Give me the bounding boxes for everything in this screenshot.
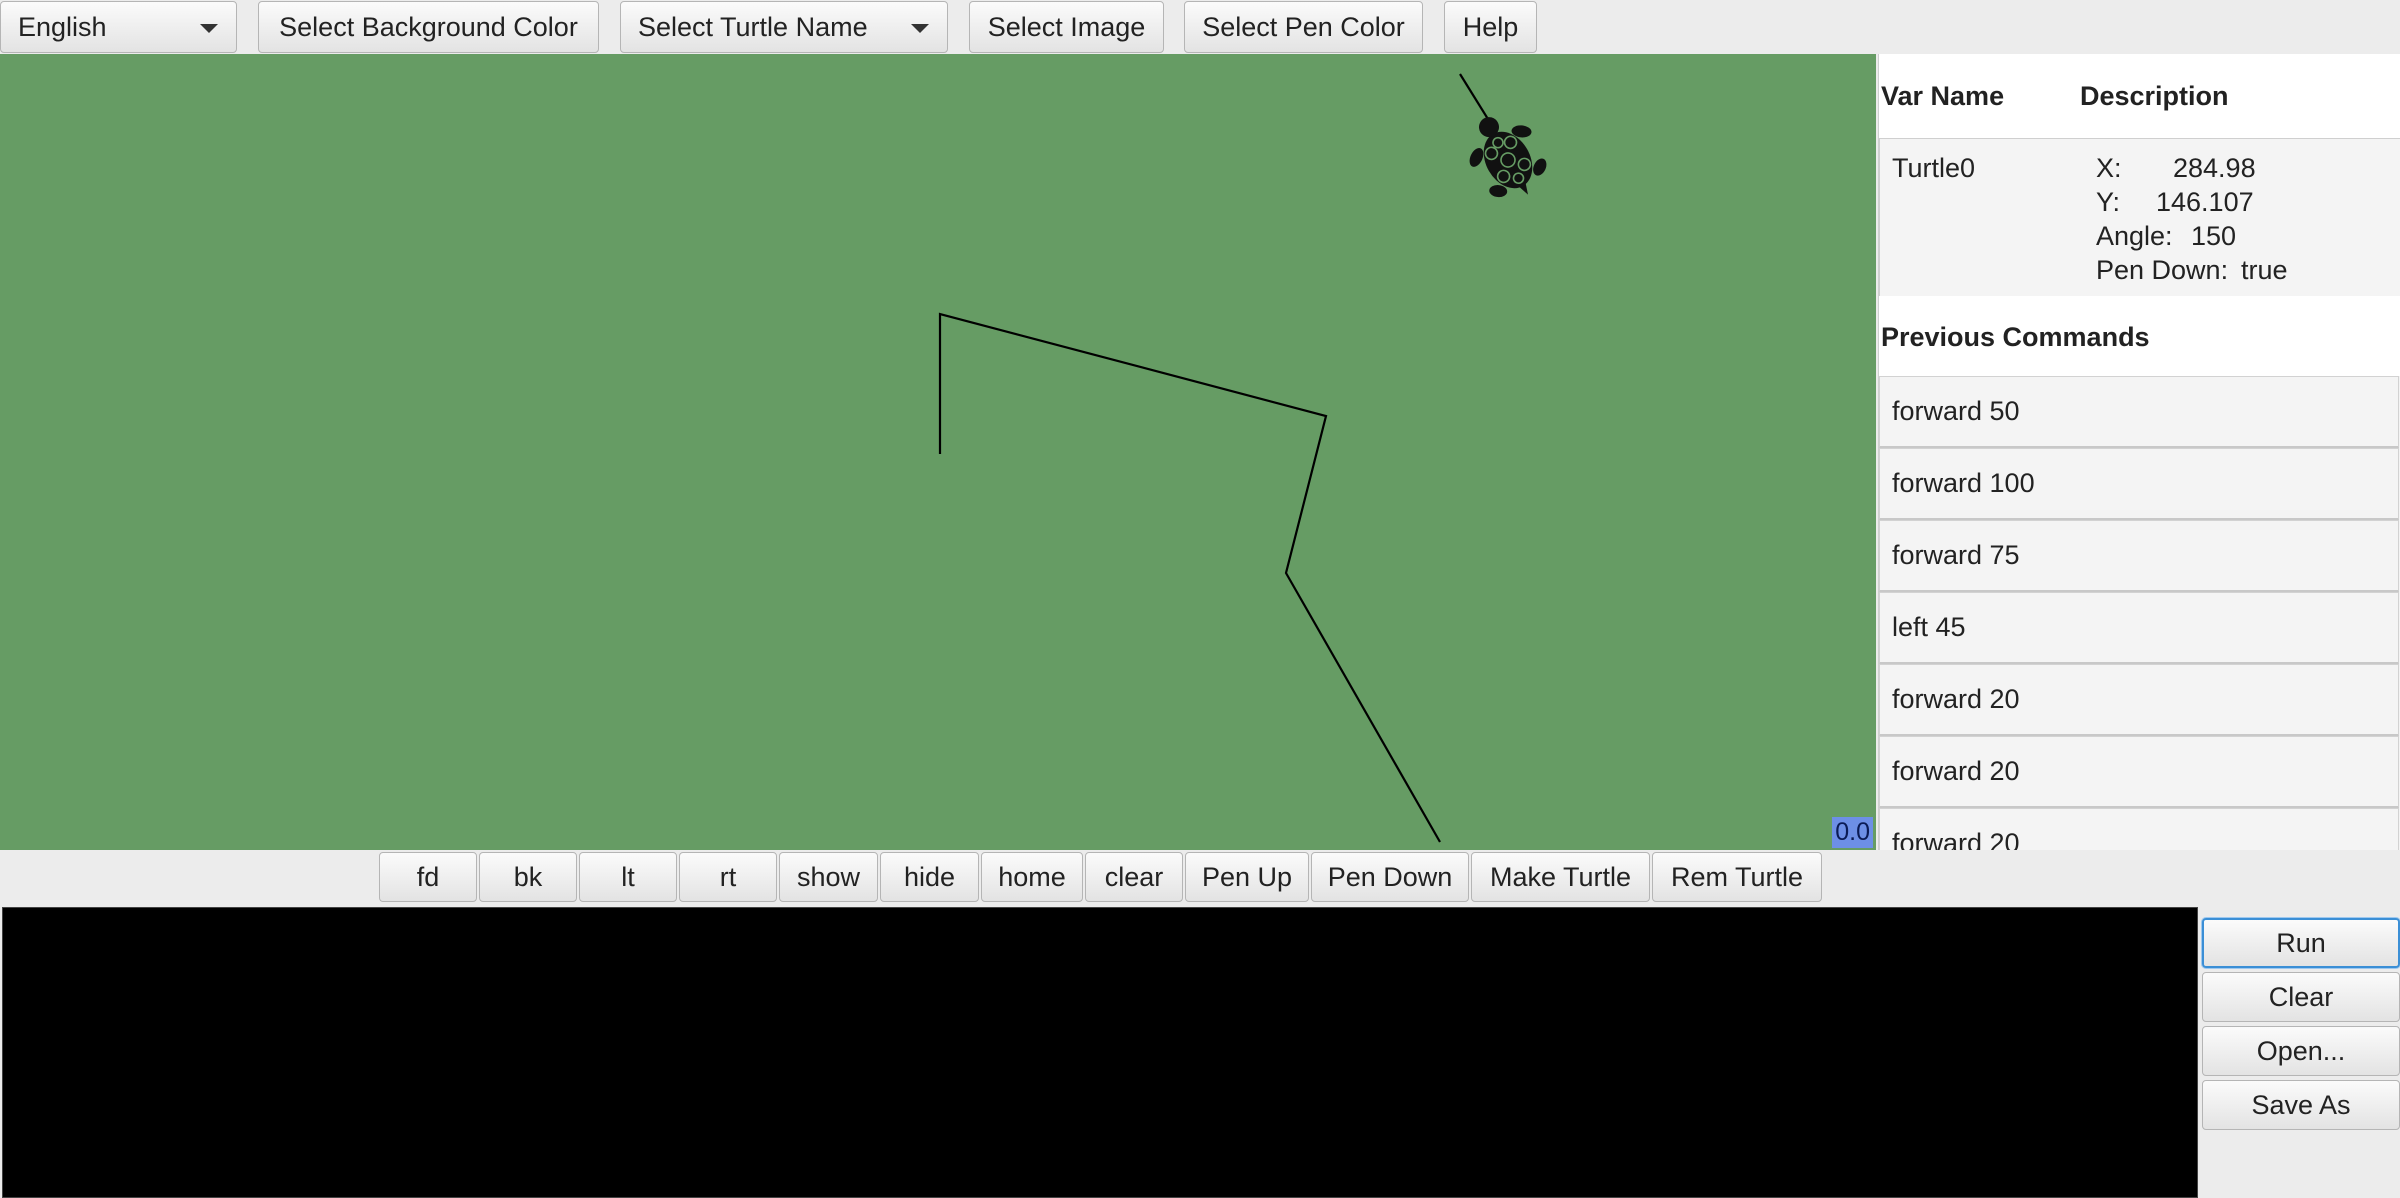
variables-table-header: Var Name Description bbox=[1879, 54, 2400, 138]
bk-button[interactable]: bk bbox=[479, 852, 577, 902]
select-pen-color-button[interactable]: Select Pen Color bbox=[1184, 1, 1423, 53]
info-side-panel: Var Name Description Turtle0 X: 284.98 Y:… bbox=[1878, 54, 2400, 850]
turtle-name-select[interactable]: Select Turtle Name bbox=[620, 1, 948, 53]
show-button[interactable]: show bbox=[779, 852, 878, 902]
language-value: English bbox=[18, 11, 107, 42]
chevron-down-icon bbox=[200, 24, 218, 33]
save-as-button[interactable]: Save As bbox=[2202, 1080, 2400, 1130]
turtle-pen-line: Pen Down: true bbox=[2096, 255, 2288, 286]
clear-canvas-button[interactable]: clear bbox=[1085, 852, 1183, 902]
home-button[interactable]: home bbox=[981, 852, 1083, 902]
turtle-name-placeholder: Select Turtle Name bbox=[638, 11, 868, 42]
rt-button[interactable]: rt bbox=[679, 852, 777, 902]
select-background-color-button[interactable]: Select Background Color bbox=[258, 1, 599, 53]
hide-button[interactable]: hide bbox=[880, 852, 979, 902]
top-toolbar: English Select Background Color Select T… bbox=[0, 0, 2400, 54]
angle-value: 150 bbox=[2191, 221, 2237, 251]
chevron-down-icon bbox=[911, 24, 929, 33]
angle-label: Angle: bbox=[2096, 221, 2173, 251]
turtle-x-line: X: 284.98 bbox=[2096, 153, 2256, 184]
pen-trail bbox=[938, 312, 1441, 843]
command-button-bar: fd bk lt rt show hide home clear Pen Up … bbox=[0, 852, 2400, 904]
history-item[interactable]: forward 20 bbox=[1879, 664, 2399, 736]
select-image-button[interactable]: Select Image bbox=[969, 1, 1164, 53]
turtle-y-line: Y: 146.107 bbox=[2096, 187, 2254, 218]
history-item[interactable]: forward 100 bbox=[1879, 448, 2399, 520]
pen-down-value: true bbox=[2241, 255, 2288, 285]
run-button[interactable]: Run bbox=[2202, 918, 2400, 968]
previous-commands-title: Previous Commands bbox=[1881, 322, 2150, 352]
pen-down-button[interactable]: Pen Down bbox=[1311, 852, 1469, 902]
pen-up-button[interactable]: Pen Up bbox=[1185, 852, 1309, 902]
rem-turtle-button[interactable]: Rem Turtle bbox=[1652, 852, 1822, 902]
x-value: 284.98 bbox=[2173, 153, 2256, 183]
turtle-icon[interactable] bbox=[1451, 100, 1560, 214]
variable-row-turtle[interactable]: Turtle0 X: 284.98 Y: 146.107 Angle: 150 Pen… bbox=[1879, 138, 2400, 298]
history-item[interactable]: forward 50 bbox=[1879, 376, 2399, 448]
lt-button[interactable]: lt bbox=[579, 852, 677, 902]
y-value: 146.107 bbox=[2156, 187, 2254, 217]
turtle-canvas[interactable]: 0.0 bbox=[0, 54, 1876, 850]
y-label: Y: bbox=[2096, 187, 2121, 217]
fd-button[interactable]: fd bbox=[379, 852, 477, 902]
slogo-app-window: English Select Background Color Select T… bbox=[0, 0, 2400, 1198]
turtle-var-name: Turtle0 bbox=[1892, 153, 1976, 183]
var-name-column-header: Var Name bbox=[1881, 81, 2005, 111]
pen-down-label: Pen Down: bbox=[2096, 255, 2229, 285]
turtle-angle-line: Angle: 150 bbox=[2096, 221, 2236, 252]
language-select[interactable]: English bbox=[0, 1, 237, 53]
previous-commands-list: forward 50 forward 100 forward 75 left 4… bbox=[1879, 376, 2400, 850]
open-file-button[interactable]: Open... bbox=[2202, 1026, 2400, 1076]
drawing-surface bbox=[938, 73, 1560, 843]
help-button[interactable]: Help bbox=[1444, 1, 1537, 53]
make-turtle-button[interactable]: Make Turtle bbox=[1471, 852, 1650, 902]
description-column-header: Description bbox=[2080, 81, 2229, 111]
previous-commands-header: Previous Commands bbox=[1879, 296, 2400, 376]
history-item[interactable]: forward 75 bbox=[1879, 520, 2399, 592]
x-label: X: bbox=[2096, 153, 2122, 183]
history-item[interactable]: forward 20 bbox=[1879, 736, 2399, 808]
history-item[interactable]: left 45 bbox=[1879, 592, 2399, 664]
clear-console-button[interactable]: Clear bbox=[2202, 972, 2400, 1022]
history-item[interactable]: forward 20 bbox=[1879, 808, 2399, 850]
command-console-input[interactable] bbox=[2, 907, 2198, 1198]
zoom-value-label: 0.0 bbox=[1832, 817, 1873, 848]
